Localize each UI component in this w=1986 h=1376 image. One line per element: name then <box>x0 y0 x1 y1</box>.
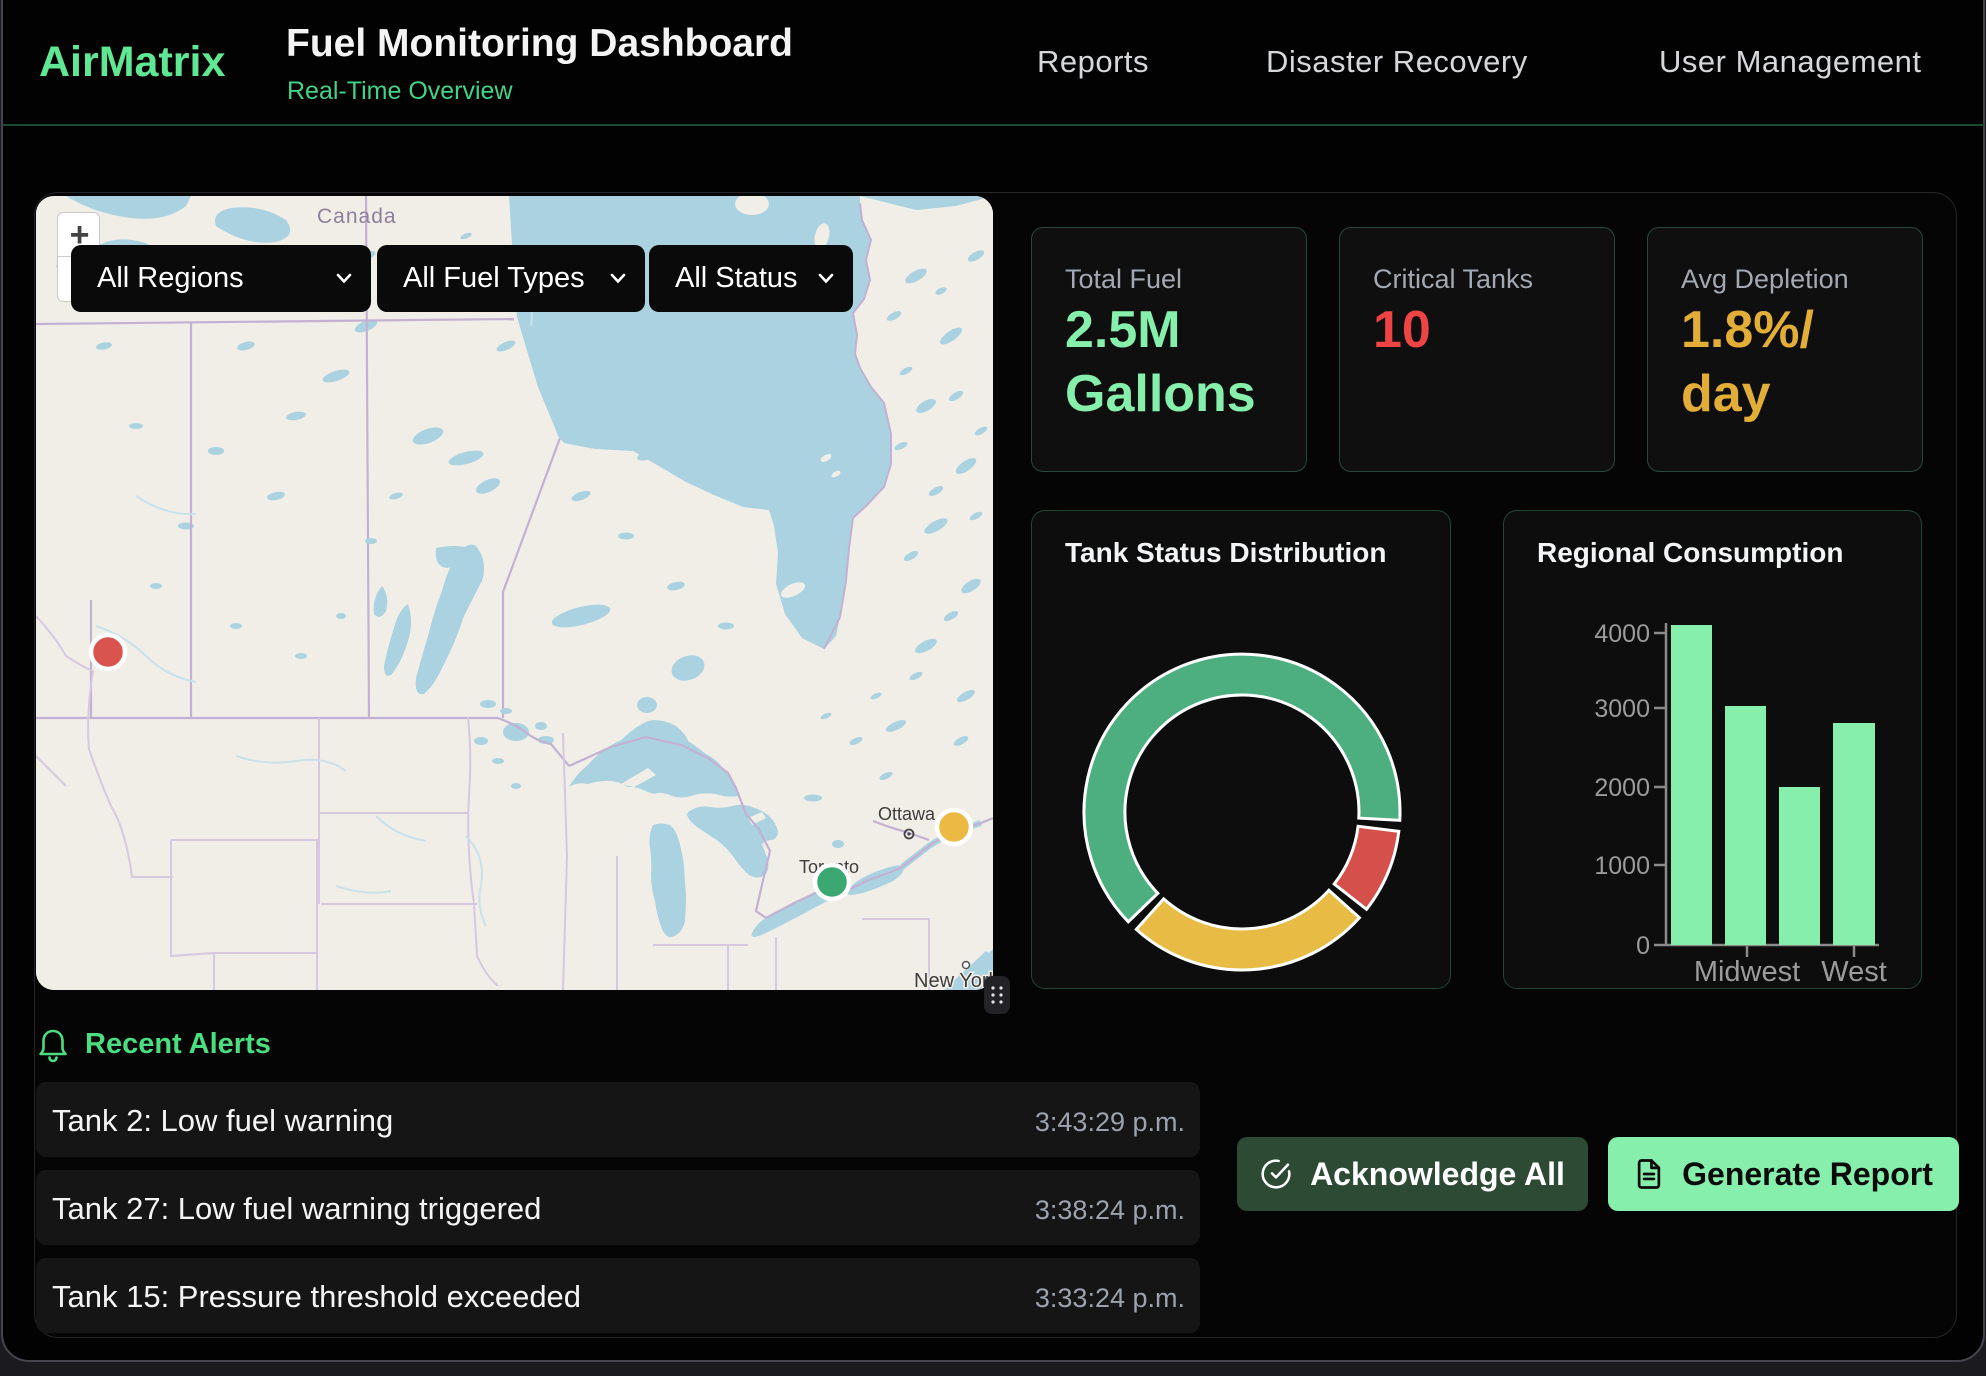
svg-text:Canada: Canada <box>317 205 397 228</box>
svg-text:New York: New York <box>914 970 993 990</box>
svg-text:4000: 4000 <box>1594 620 1650 648</box>
svg-text:3000: 3000 <box>1594 695 1650 723</box>
svg-text:2000: 2000 <box>1594 774 1650 802</box>
svg-text:1000: 1000 <box>1594 852 1650 880</box>
svg-text:West: West <box>1821 956 1887 988</box>
svg-text:Midwest: Midwest <box>1694 956 1800 988</box>
svg-text:0: 0 <box>1636 932 1650 960</box>
svg-text:Ottawa: Ottawa <box>878 804 936 824</box>
